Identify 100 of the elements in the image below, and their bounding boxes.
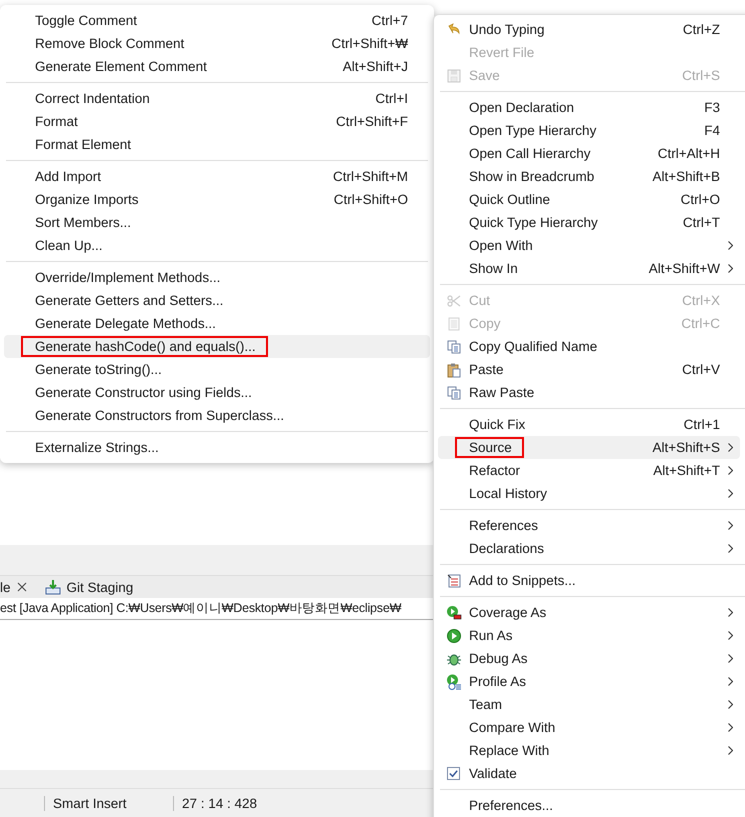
menu-item-label: Generate Constructors from Superclass... xyxy=(34,407,286,425)
documents-icon xyxy=(446,338,462,354)
menu-item-label: Correct Indentation xyxy=(34,90,151,108)
menu-item[interactable]: Organize Imports Ctrl+Shift+O xyxy=(4,188,430,211)
clipboard-icon xyxy=(446,362,462,378)
menu-item[interactable]: Format Element xyxy=(4,133,430,156)
menu-item[interactable]: Team xyxy=(438,693,740,716)
menu-item[interactable]: Format Ctrl+Shift+F xyxy=(4,110,430,133)
menu-item[interactable]: Toggle Comment Ctrl+7 xyxy=(4,9,430,32)
shortcut-label: Alt+Shift+W xyxy=(648,261,720,276)
menu-item-label: Open Call Hierarchy xyxy=(468,145,592,163)
menu-item-label: Local History xyxy=(468,485,548,503)
menu-item-label: Open Type Hierarchy xyxy=(468,122,598,140)
menu-item[interactable]: Correct Indentation Ctrl+I xyxy=(4,87,430,110)
menu-item[interactable]: Generate Getters and Setters... xyxy=(4,289,430,312)
menu-item[interactable]: Profile As xyxy=(438,670,740,693)
menu-item-label: Cut xyxy=(468,292,492,310)
shortcut-label: F4 xyxy=(704,123,720,138)
menu-item-label: Copy Qualified Name xyxy=(468,338,598,356)
menu-item[interactable]: Open Type Hierarchy F4 xyxy=(438,119,740,142)
shortcut-label: Alt+Shift+J xyxy=(342,59,408,74)
shortcut-label: Ctrl+Shift+₩ xyxy=(331,36,408,51)
view-tab[interactable]: Git Staging xyxy=(44,579,138,595)
close-icon[interactable] xyxy=(16,582,27,592)
menu-item[interactable]: Quick Outline Ctrl+O xyxy=(438,188,740,211)
cursor-position-label: 27 : 14 : 428 xyxy=(173,796,258,810)
shortcut-label: Ctrl+V xyxy=(682,362,720,377)
menu-item[interactable]: Generate Element Comment Alt+Shift+J xyxy=(4,55,430,78)
download-tray-icon xyxy=(44,579,61,595)
menu-item[interactable]: Copy Qualified Name xyxy=(438,335,740,358)
menu-item-label: Generate Constructor using Fields... xyxy=(34,384,253,402)
menu-item-label: Generate toString()... xyxy=(34,361,163,379)
menu-item-label: Open With xyxy=(468,237,534,255)
menu-item[interactable]: Open Call Hierarchy Ctrl+Alt+H xyxy=(438,142,740,165)
menu-item[interactable]: Generate toString()... xyxy=(4,358,430,381)
menu-item[interactable]: Generate Delegate Methods... xyxy=(4,312,430,335)
menu-item[interactable]: Run As xyxy=(438,624,740,647)
menu-item[interactable]: Add Import Ctrl+Shift+M xyxy=(4,165,430,188)
menu-item[interactable]: Generate Constructors from Superclass... xyxy=(4,404,430,427)
menu-item[interactable]: Compare With xyxy=(438,716,740,739)
menu-item-label: Add to Snippets... xyxy=(468,572,577,590)
view-tab[interactable]: le xyxy=(0,580,31,594)
menu-item-label: Run As xyxy=(468,627,514,645)
shortcut-label: Ctrl+I xyxy=(375,91,408,106)
document-icon xyxy=(446,316,462,332)
menu-item[interactable]: Replace With xyxy=(438,739,740,762)
menu-item[interactable]: Undo Typing Ctrl+Z xyxy=(438,18,740,41)
checkbox[interactable] xyxy=(447,767,460,780)
shortcut-label: Alt+Shift+T xyxy=(653,463,720,478)
menu-item-label: Compare With xyxy=(468,719,556,737)
menu-item[interactable]: Remove Block Comment Ctrl+Shift+₩ xyxy=(4,32,430,55)
menu-item-label: Quick Outline xyxy=(468,191,552,209)
menu-item[interactable]: Declarations xyxy=(438,537,740,560)
menu-item-label: Debug As xyxy=(468,650,529,668)
menu-item[interactable]: Raw Paste xyxy=(438,381,740,404)
menu-item[interactable]: Local History xyxy=(438,482,740,505)
shortcut-label: Ctrl+O xyxy=(680,192,720,207)
menu-item-label: Coverage As xyxy=(468,604,548,622)
menu-item[interactable]: Quick Type Hierarchy Ctrl+T xyxy=(438,211,740,234)
shortcut-label: Ctrl+Shift+F xyxy=(336,114,408,129)
menu-item-label: Preferences... xyxy=(468,797,554,815)
menu-item[interactable]: Preferences... xyxy=(438,794,740,817)
menu-item-label: Raw Paste xyxy=(468,384,536,402)
shortcut-label: Ctrl+T xyxy=(682,215,720,230)
documents-icon xyxy=(446,384,462,400)
menu-item[interactable]: Coverage As xyxy=(438,601,740,624)
shortcut-label: Alt+Shift+B xyxy=(652,169,720,184)
menu-item[interactable]: Show in Breadcrumb Alt+Shift+B xyxy=(438,165,740,188)
menu-item[interactable]: Generate Constructor using Fields... xyxy=(4,381,430,404)
menu-item-label: Source xyxy=(455,437,524,458)
menu-item-label: Profile As xyxy=(468,673,528,691)
menu-item[interactable]: Validate xyxy=(438,762,740,785)
menu-item[interactable]: Generate hashCode() and equals()... xyxy=(4,335,430,358)
menu-item-label: Generate Getters and Setters... xyxy=(34,292,224,310)
menu-item[interactable]: Source Alt+Shift+S xyxy=(438,436,740,459)
menu-item[interactable]: Show In Alt+Shift+W xyxy=(438,257,740,280)
menu-item[interactable]: Debug As xyxy=(438,647,740,670)
menu-item-label: Generate hashCode() and equals()... xyxy=(21,336,268,357)
menu-item[interactable]: Refactor Alt+Shift+T xyxy=(438,459,740,482)
menu-item[interactable]: Clean Up... xyxy=(4,234,430,257)
menu-item-label: Format Element xyxy=(34,136,132,154)
menu-item[interactable]: Externalize Strings... xyxy=(4,436,430,459)
menu-item-label: Quick Type Hierarchy xyxy=(468,214,599,232)
menu-item[interactable]: Add to Snippets... xyxy=(438,569,740,592)
menu-item-label: Add Import xyxy=(34,168,102,186)
menu-item[interactable]: Open Declaration F3 xyxy=(438,96,740,119)
menu-item[interactable]: Paste Ctrl+V xyxy=(438,358,740,381)
menu-item-label: Externalize Strings... xyxy=(34,439,160,457)
menu-item[interactable]: Quick Fix Ctrl+1 xyxy=(438,413,740,436)
menu-item-label: References xyxy=(468,517,540,535)
menu-item-label: Undo Typing xyxy=(468,21,546,39)
menu-item[interactable]: References xyxy=(438,514,740,537)
menu-item[interactable]: Override/Implement Methods... xyxy=(4,266,430,289)
shortcut-label: Ctrl+7 xyxy=(372,13,408,28)
menu-item-label: Quick Fix xyxy=(468,416,526,434)
menu-item-label: Generate Delegate Methods... xyxy=(34,315,217,333)
shortcut-label: Ctrl+1 xyxy=(684,417,720,432)
snippet-list-icon xyxy=(446,572,462,588)
menu-item[interactable]: Open With xyxy=(438,234,740,257)
menu-item[interactable]: Sort Members... xyxy=(4,211,430,234)
